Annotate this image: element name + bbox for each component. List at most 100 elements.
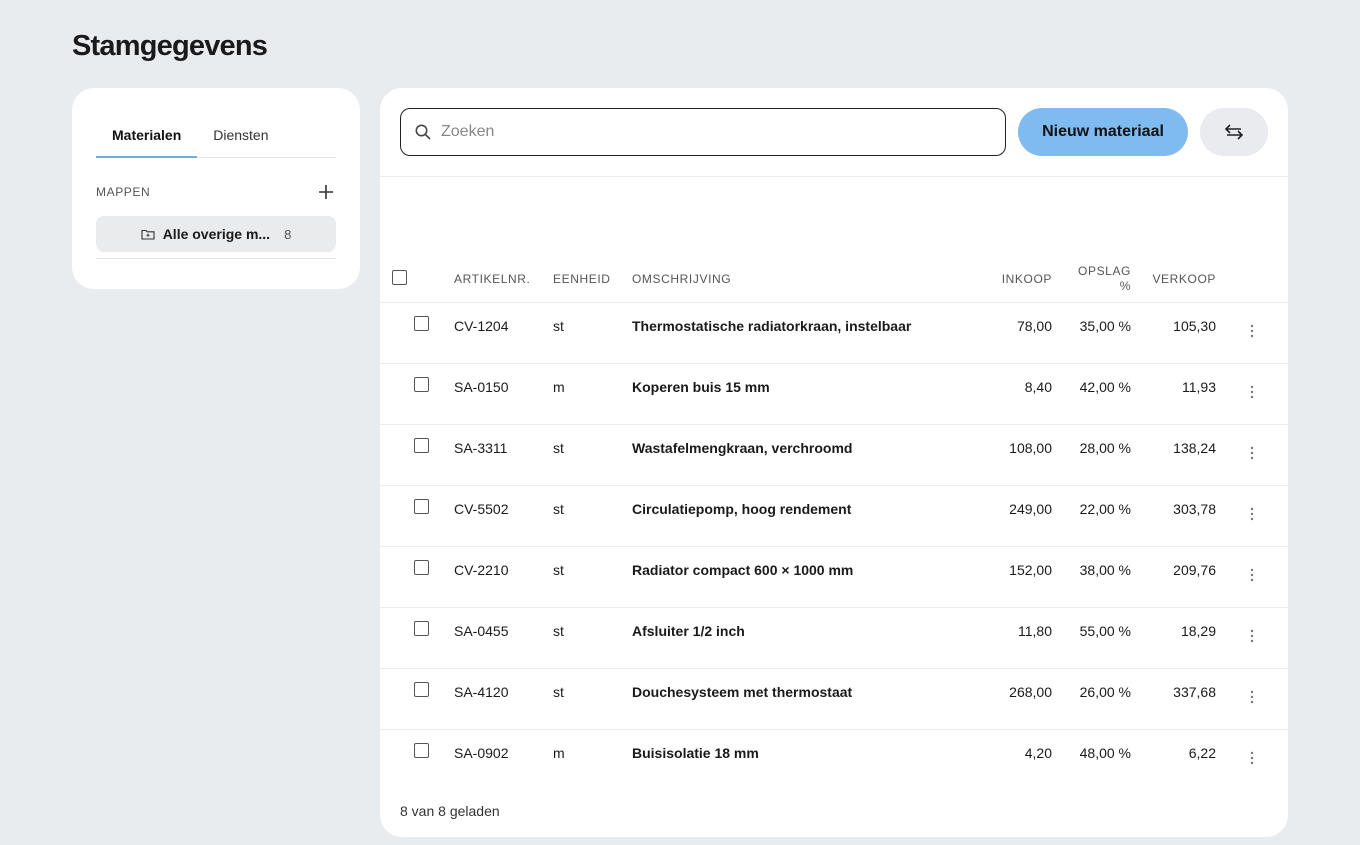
row-menu-button[interactable] [1216, 440, 1288, 464]
swap-arrows-icon [1225, 124, 1243, 140]
cell-markup: 35,00 % [1052, 302, 1131, 364]
cell-description: Circulatiepomp, hoog rendement [632, 485, 962, 547]
materials-table: ARTIKELNR. EENHEID OMSCHRIJVING INKOOP O… [380, 256, 1288, 790]
cell-description: Wastafelmengkraan, verchroomd [632, 424, 962, 486]
cell-markup: 28,00 % [1052, 424, 1131, 486]
cell-unit: m [553, 363, 632, 425]
cell-article: SA-4120 [454, 668, 553, 730]
cell-markup: 22,00 % [1052, 485, 1131, 547]
cell-sale: 11,93 [1131, 363, 1216, 425]
divider [96, 258, 336, 259]
table-row[interactable]: CV-5502 st Circulatiepomp, hoog rendemen… [380, 485, 1288, 547]
page-title: Stamgegevens [72, 30, 268, 62]
row-menu-button[interactable] [1216, 501, 1288, 525]
cell-markup: 26,00 % [1052, 668, 1131, 730]
row-checkbox[interactable] [414, 559, 429, 575]
row-checkbox[interactable] [414, 681, 429, 697]
kebab-menu-icon [1250, 324, 1254, 337]
row-menu-button[interactable] [1216, 684, 1288, 708]
cell-purchase: 4,20 [1024, 744, 1052, 761]
type-tabs: Materialen Diensten [96, 88, 336, 158]
cell-purchase: 11,80 [962, 607, 1052, 669]
header-markup-unit: % [1119, 278, 1131, 293]
add-folder-button[interactable] [316, 181, 336, 203]
cell-markup: 55,00 % [1052, 607, 1131, 669]
cell-article: CV-5502 [454, 485, 553, 547]
row-menu-button[interactable] [1216, 562, 1288, 586]
cell-unit: st [553, 485, 632, 547]
cell-purchase: 268,00 [962, 668, 1052, 730]
cell-unit: st [553, 607, 632, 669]
row-checkbox[interactable] [414, 315, 429, 331]
table-row[interactable]: SA-4120 st Douchesysteem met thermostaat… [380, 668, 1288, 730]
search-input[interactable] [441, 123, 961, 141]
cell-description: Douchesysteem met thermostaat [632, 668, 962, 730]
header-description[interactable]: OMSCHRIJVING [632, 256, 962, 303]
plus-icon [319, 185, 333, 199]
table-row[interactable]: CV-2210 st Radiator compact 600 × 1000 m… [380, 546, 1288, 608]
cell-markup: 38,00 % [1052, 546, 1131, 608]
header-markup[interactable]: OPSLAG % [1052, 256, 1131, 303]
cell-description: Afsluiter 1/2 inch [632, 607, 962, 669]
cell-markup: 42,00 % [1052, 363, 1131, 425]
tab-materialen[interactable]: Materialen [96, 127, 198, 158]
new-material-button[interactable]: Nieuw materiaal [1018, 108, 1188, 156]
folder-count: 8 [284, 226, 292, 242]
cell-purchase: 108,00 [962, 424, 1052, 486]
cell-unit: st [553, 668, 632, 730]
cell-description: Buisisolatie 18 mm [632, 744, 759, 761]
row-menu-button[interactable] [1216, 745, 1288, 769]
divider [380, 176, 1288, 177]
row-checkbox[interactable] [414, 742, 429, 758]
cell-article: CV-1204 [454, 302, 553, 364]
table-row[interactable]: SA-0902 m Buisisolatie 18 mm 4,20 48,00 … [380, 729, 1288, 790]
search-icon [415, 124, 431, 140]
kebab-menu-icon [1250, 629, 1254, 642]
header-sale[interactable]: VERKOOP [1131, 256, 1216, 303]
row-menu-button[interactable] [1216, 379, 1288, 403]
search-box [400, 108, 1006, 156]
cell-sale: 209,76 [1131, 546, 1216, 608]
kebab-menu-icon [1250, 446, 1254, 459]
materials-panel: Nieuw materiaal ARTIKELNR. EENHEID OMSCH… [380, 88, 1288, 837]
swap-button[interactable] [1200, 108, 1268, 156]
cell-sale: 6,22 [1188, 744, 1216, 761]
table-row[interactable]: SA-0150 m Koperen buis 15 mm 8,40 42,00 … [380, 363, 1288, 425]
row-menu-button[interactable] [1216, 318, 1288, 342]
cell-unit: st [553, 424, 632, 486]
row-menu-button[interactable] [1216, 623, 1288, 647]
table-row[interactable]: SA-3311 st Wastafelmengkraan, verchroomd… [380, 424, 1288, 486]
tab-diensten[interactable]: Diensten [197, 127, 284, 157]
table-header-row: ARTIKELNR. EENHEID OMSCHRIJVING INKOOP O… [380, 256, 1288, 303]
cell-purchase: 8,40 [962, 363, 1052, 425]
folder-name: Alle overige m... [162, 226, 271, 242]
cell-sale: 337,68 [1131, 668, 1216, 730]
cell-sale: 138,24 [1131, 424, 1216, 486]
cell-description: Koperen buis 15 mm [632, 363, 962, 425]
header-markup-label: OPSLAG [1078, 263, 1131, 278]
folders-label: MAPPEN [96, 185, 151, 199]
header-purchase[interactable]: INKOOP [962, 256, 1052, 303]
cell-purchase: 249,00 [962, 485, 1052, 547]
row-checkbox[interactable] [414, 376, 429, 392]
table-row[interactable]: SA-0455 st Afsluiter 1/2 inch 11,80 55,0… [380, 607, 1288, 669]
folder-item-alle-overige[interactable]: Alle overige m... 8 [96, 216, 336, 252]
load-status: 8 van 8 geladen [400, 803, 500, 819]
kebab-menu-icon [1250, 568, 1254, 581]
cell-markup: 48,00 % [1079, 744, 1131, 761]
cell-unit: st [553, 546, 632, 608]
cell-purchase: 152,00 [962, 546, 1052, 608]
cell-sale: 105,30 [1131, 302, 1216, 364]
select-all-checkbox[interactable] [392, 269, 407, 285]
cell-purchase: 78,00 [962, 302, 1052, 364]
cell-article: SA-0902 [454, 744, 509, 761]
cell-sale: 303,78 [1131, 485, 1216, 547]
header-article[interactable]: ARTIKELNR. [454, 256, 553, 303]
row-checkbox[interactable] [414, 437, 429, 453]
cell-unit: st [553, 302, 632, 364]
table-row[interactable]: CV-1204 st Thermostatische radiatorkraan… [380, 302, 1288, 364]
header-unit[interactable]: EENHEID [553, 256, 632, 303]
cell-sale: 18,29 [1131, 607, 1216, 669]
row-checkbox[interactable] [414, 620, 429, 636]
row-checkbox[interactable] [414, 498, 429, 514]
